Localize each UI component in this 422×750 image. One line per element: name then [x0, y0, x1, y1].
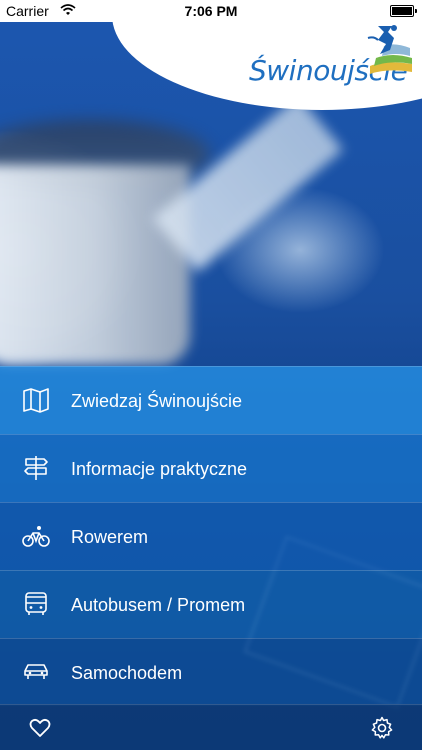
menu-item-samochodem[interactable]: Samochodem [0, 638, 422, 706]
status-time: 7:06 PM [184, 3, 238, 19]
background-photo-column [0, 165, 190, 365]
menu-item-label: Rowerem [71, 527, 149, 547]
menu-item-label: Samochodem [71, 663, 183, 683]
menu-item-label: Zwiedzaj Świnoujście [71, 391, 243, 411]
car-icon [24, 664, 48, 679]
menu-item-informacje[interactable]: Informacje praktyczne [0, 434, 422, 502]
menu-item-autobusem[interactable]: Autobusem / Promem [0, 570, 422, 638]
battery-icon [390, 5, 417, 17]
app-screen: Carrier 7:06 PM Świnoujście Zwiedzaj Świ… [0, 0, 422, 750]
main-menu: Zwiedzaj Świnoujście Informacje praktycz… [0, 366, 422, 706]
bottom-bar [0, 704, 422, 750]
map-icon [23, 388, 49, 413]
bicycle-icon [22, 526, 50, 547]
battery-level [392, 7, 412, 15]
signpost-icon [24, 456, 48, 480]
menu-item-label: Informacje praktyczne [71, 459, 248, 479]
bus-icon [25, 592, 47, 615]
menu-item-label: Autobusem / Promem [71, 595, 246, 615]
heart-icon[interactable] [29, 717, 51, 739]
menu-item-rowerem[interactable]: Rowerem [0, 502, 422, 570]
status-bar: Carrier 7:06 PM [0, 0, 422, 22]
menu-item-zwiedzaj[interactable]: Zwiedzaj Świnoujście [0, 366, 422, 434]
city-emblem-icon [367, 25, 412, 74]
gear-icon[interactable] [370, 716, 394, 740]
